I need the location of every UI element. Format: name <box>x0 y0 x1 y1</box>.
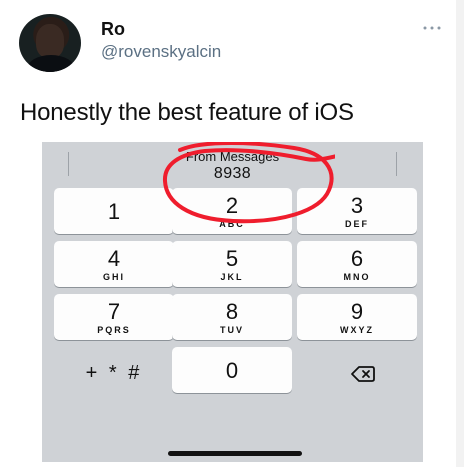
key-digit: 8 <box>225 299 239 324</box>
keypad-key-3[interactable]: 3 DEF <box>297 188 417 234</box>
key-digit: 6 <box>350 246 364 271</box>
key-letters: WXYZ <box>340 325 374 335</box>
key-letters: MNO <box>343 272 371 282</box>
delete-backspace-icon <box>351 366 375 382</box>
key-digit: 7 <box>107 299 121 324</box>
keypad-key-6[interactable]: 6 MNO <box>297 241 417 287</box>
keypad-key-9[interactable]: 9 WXYZ <box>297 294 417 340</box>
keypad-key-8[interactable]: 8 TUV <box>172 294 292 340</box>
key-letters: DEF <box>345 219 369 229</box>
key-digit: 2 <box>225 193 239 218</box>
user-handle[interactable]: @rovenskyalcin <box>101 41 221 63</box>
display-name[interactable]: Ro <box>101 19 125 39</box>
key-letters: JKL <box>220 272 244 282</box>
keypad-key-7[interactable]: 7 PQRS <box>54 294 174 340</box>
page-edge <box>456 0 464 467</box>
key-digit: 5 <box>225 246 239 271</box>
symbol-key[interactable]: + * # <box>54 351 174 397</box>
key-digit: 3 <box>350 193 364 218</box>
key-letters: PQRS <box>97 325 131 335</box>
keypad-key-1[interactable]: 1 <box>54 188 174 234</box>
tweet-header: Ro @rovenskyalcin <box>19 14 442 76</box>
key-digit: 1 <box>107 199 121 224</box>
key-digit: 0 <box>225 358 239 383</box>
tweet-screenshot: Ro @rovenskyalcin Honestly the best feat… <box>0 0 464 467</box>
suggestion-source: From Messages <box>185 149 280 164</box>
avatar[interactable] <box>19 14 81 72</box>
key-digit: 9 <box>350 299 364 324</box>
keypad-key-5[interactable]: 5 JKL <box>172 241 292 287</box>
keypad-key-4[interactable]: 4 GHI <box>54 241 174 287</box>
key-letters: GHI <box>102 272 125 282</box>
keypad-key-2[interactable]: 2 ABC <box>172 188 292 234</box>
key-letters: TUV <box>220 325 244 335</box>
ellipsis-icon[interactable] <box>422 24 442 32</box>
tweet-text: Honestly the best feature of iOS <box>20 99 354 126</box>
autofill-suggestion-bar[interactable]: From Messages 8938 <box>42 142 423 188</box>
delete-key[interactable] <box>302 351 422 397</box>
home-indicator <box>168 451 302 456</box>
key-letters: ABC <box>219 219 245 229</box>
verification-code-suggestion[interactable]: 8938 <box>42 165 423 183</box>
key-digit: 4 <box>107 246 121 271</box>
keypad-key-0[interactable]: 0 <box>172 347 292 393</box>
ios-keypad-screenshot: From Messages 8938 1 2 ABC 3 DEF 4 GHI 5… <box>42 142 423 462</box>
